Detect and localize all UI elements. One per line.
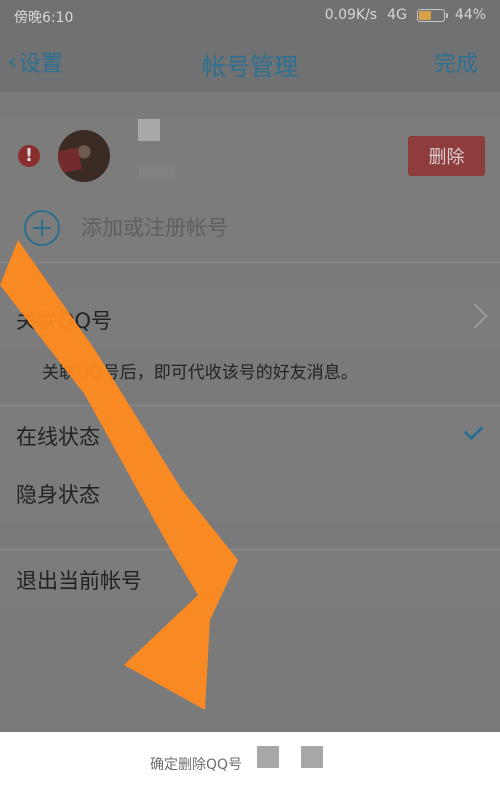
associated-qq-label: 关联QQ号 [16, 309, 113, 333]
network-type: 4G [387, 7, 407, 23]
associated-qq-description: 关联QQ号后，即可代收该号的好友消息。 [42, 363, 358, 383]
delete-account-button[interactable]: 删除 [408, 136, 485, 176]
page-title: 帐号管理 [202, 53, 298, 81]
status-time: 傍晚6:10 [14, 10, 74, 26]
online-status-label: 在线状态 [16, 425, 100, 449]
redacted-sheet-block-1 [257, 746, 279, 768]
status-right-group: 0.09K/s 4G 44% [325, 7, 486, 23]
logout-label: 退出当前帐号 [16, 569, 142, 593]
status-bar: 傍晚6:10 0.09K/s 4G 44% [0, 0, 500, 32]
confirm-delete-sheet [0, 732, 500, 800]
redacted-sheet-block-2 [301, 746, 323, 768]
avatar [58, 130, 110, 182]
add-circle-icon [24, 210, 60, 246]
battery-icon [416, 8, 448, 22]
redacted-name-block [138, 119, 160, 141]
divider-2 [0, 262, 500, 263]
network-speed: 0.09K/s [324, 7, 378, 23]
confirm-delete-text: 确定删除QQ号 [150, 757, 243, 773]
add-account-row[interactable] [0, 190, 500, 262]
battery-level: 44% [454, 7, 486, 23]
stealth-status-label: 隐身状态 [16, 483, 100, 507]
redacted-account-text [139, 167, 175, 177]
top-navigation: ‹ 设置 帐号管理 完成 [0, 32, 500, 92]
done-button[interactable]: 完成 [434, 46, 478, 78]
add-account-label: 添加或注册帐号 [81, 216, 228, 240]
warning-icon: ! [18, 145, 40, 167]
